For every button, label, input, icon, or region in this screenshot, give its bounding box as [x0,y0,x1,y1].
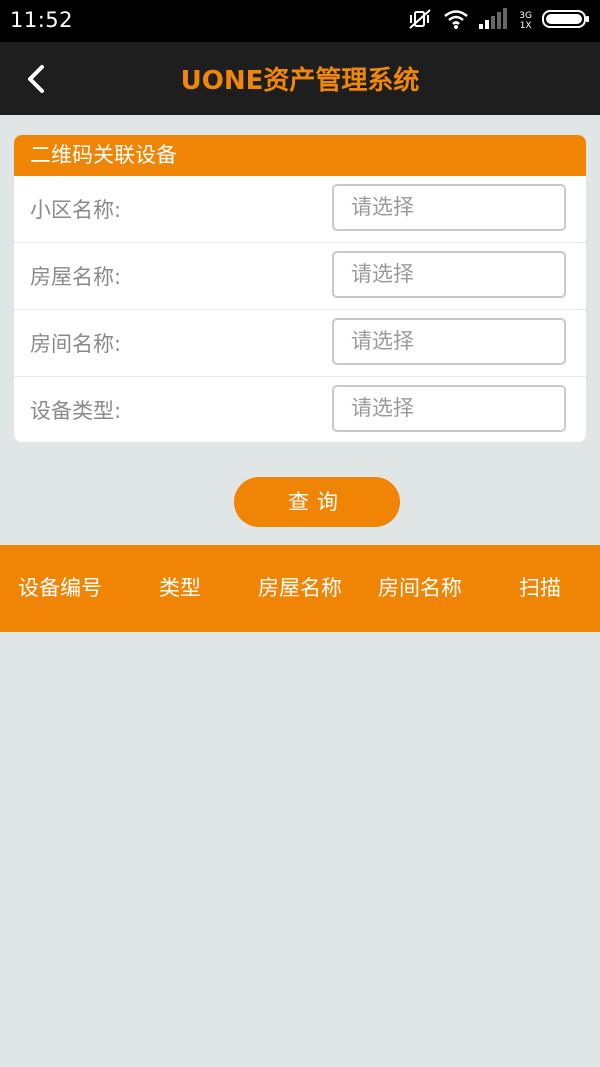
device-type-label: 设备类型: [30,399,122,423]
network-label: 3G 1X [519,11,532,31]
column-room-name: 房间名称 [378,576,462,600]
column-type: 类型 [159,576,201,600]
qr-association-form: 二维码关联设备 小区名称: 请选择 房屋名称: 请选择 房间名称: 请选择 设备… [14,135,586,442]
status-icons: 3G 1X [407,8,590,34]
column-device-number: 设备编号 [18,576,102,600]
device-type-row: 设备类型: 请选择 [14,377,586,442]
status-bar: 11:52 3G 1X [0,0,600,42]
status-time: 11:52 [10,8,74,32]
community-row: 小区名称: 请选择 [14,176,586,243]
device-table-header: 设备编号 类型 房屋名称 房间名称 扫描 [0,545,600,632]
community-select[interactable]: 请选择 [332,184,566,231]
device-type-select[interactable]: 请选择 [332,385,566,432]
house-label: 房屋名称: [30,265,122,289]
network-type-bottom: 1X [519,21,532,31]
network-type-top: 3G [519,11,532,21]
community-label: 小区名称: [30,198,122,222]
column-scan: 扫描 [519,576,561,600]
wifi-icon [443,8,469,34]
room-row: 房间名称: 请选择 [14,310,586,377]
house-select[interactable]: 请选择 [332,251,566,298]
room-label: 房间名称: [30,332,122,356]
page-title: UONE资产管理系统 [180,66,420,96]
battery-icon [542,8,590,34]
mute-vibrate-icon [407,8,433,34]
form-header: 二维码关联设备 [14,135,586,176]
column-house-name: 房屋名称 [258,576,342,600]
app-bar: UONE资产管理系统 [0,42,600,115]
house-row: 房屋名称: 请选择 [14,243,586,310]
room-select[interactable]: 请选择 [332,318,566,365]
query-button[interactable]: 查询 [234,477,400,527]
signal-icon [479,8,509,34]
